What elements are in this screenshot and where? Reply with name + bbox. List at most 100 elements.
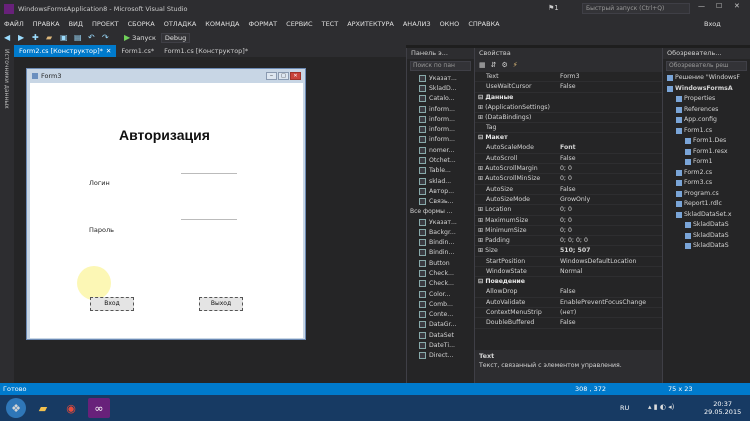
- toolbox-section-all-forms[interactable]: Все формы ...: [407, 207, 474, 217]
- property-value[interactable]: [557, 113, 662, 122]
- property-row[interactable]: ⊞ Padding 0; 0; 0; 0: [475, 236, 662, 247]
- property-row[interactable]: ContextMenuStrip (нет): [475, 308, 662, 319]
- solution-item[interactable]: WindowsFormsA: [663, 84, 750, 95]
- notification-flag-icon[interactable]: ⚑1: [548, 4, 559, 12]
- property-row[interactable]: ⊞ AutoScrollMargin 0; 0: [475, 164, 662, 175]
- property-value[interactable]: 0; 0: [557, 216, 662, 225]
- solution-item[interactable]: Form3.cs: [663, 178, 750, 189]
- toolbox-item[interactable]: inform...: [407, 104, 474, 114]
- property-category[interactable]: ⊟ Данные: [475, 93, 662, 103]
- property-value[interactable]: False: [557, 287, 662, 296]
- menu-help[interactable]: СПРАВКА: [468, 20, 499, 28]
- categorized-icon[interactable]: ▦: [479, 61, 486, 70]
- property-row[interactable]: ⊞ (DataBindings): [475, 113, 662, 124]
- clock[interactable]: 20:37 29.05.2015: [704, 400, 741, 416]
- toolbox-item[interactable]: inform...: [407, 114, 474, 124]
- menu-edit[interactable]: ПРАВКА: [33, 20, 60, 28]
- solution-item[interactable]: Report1.rdlc: [663, 199, 750, 210]
- property-value[interactable]: (нет): [557, 308, 662, 317]
- toolbox-item[interactable]: DataSet: [407, 330, 474, 340]
- events-icon[interactable]: ⚡: [513, 61, 518, 70]
- sign-in-link[interactable]: Вход: [704, 20, 721, 28]
- menu-view[interactable]: ВИД: [69, 20, 83, 28]
- form-close-button[interactable]: ✕: [290, 71, 301, 80]
- toolbox-item[interactable]: Check...: [407, 279, 474, 289]
- property-value[interactable]: 0; 0; 0; 0: [557, 236, 662, 245]
- toolbox-item[interactable]: DateTi...: [407, 340, 474, 350]
- property-value[interactable]: Form3: [557, 72, 662, 81]
- property-row[interactable]: ⊞ (ApplicationSettings): [475, 103, 662, 113]
- toolbox-item[interactable]: DataGr...: [407, 320, 474, 330]
- forward-icon[interactable]: ▶: [18, 33, 27, 42]
- toolbox-item[interactable]: Conte...: [407, 310, 474, 320]
- undo-icon[interactable]: ↶: [88, 33, 97, 42]
- solution-search-input[interactable]: Обозреватель реш: [666, 61, 747, 71]
- property-row[interactable]: AutoScroll False: [475, 154, 662, 165]
- toolbox-item[interactable]: Check...: [407, 268, 474, 278]
- quick-launch-input[interactable]: Быстрый запуск (Ctrl+Q): [582, 3, 690, 14]
- toolbox-item[interactable]: Button: [407, 258, 474, 268]
- toolbox-item[interactable]: Color...: [407, 289, 474, 299]
- property-row[interactable]: StartPosition WindowsDefaultLocation: [475, 257, 662, 268]
- start-button[interactable]: ▶ Запуск: [124, 33, 156, 42]
- designed-form[interactable]: Form3 ‒ □ ✕ Авторизация Логин Пароль Вхо…: [26, 68, 306, 340]
- property-row[interactable]: UseWaitCursor False: [475, 82, 662, 93]
- solution-item[interactable]: SkladDataS: [663, 231, 750, 242]
- menu-build[interactable]: СБОРКА: [128, 20, 155, 28]
- property-value[interactable]: WindowsDefaultLocation: [557, 257, 662, 266]
- menu-format[interactable]: ФОРМАТ: [248, 20, 277, 28]
- solution-item[interactable]: SkladDataS: [663, 241, 750, 252]
- new-project-icon[interactable]: ✚: [32, 33, 41, 42]
- property-row[interactable]: Text Form3: [475, 72, 662, 83]
- toolbox-search-input[interactable]: Поиск по пан: [410, 61, 471, 71]
- property-row[interactable]: Tag: [475, 123, 662, 134]
- minimize-button[interactable]: —: [698, 2, 705, 10]
- solution-item[interactable]: App.config: [663, 115, 750, 126]
- solution-item[interactable]: References: [663, 105, 750, 116]
- solution-item[interactable]: Form2.cs: [663, 168, 750, 179]
- property-row[interactable]: WindowState Normal: [475, 267, 662, 278]
- toolbox-item[interactable]: sklad...: [407, 176, 474, 186]
- form-maximize-button[interactable]: □: [278, 71, 289, 80]
- property-value[interactable]: [557, 123, 662, 132]
- solution-item[interactable]: Form1: [663, 157, 750, 168]
- chrome-icon[interactable]: ◉: [60, 398, 82, 418]
- menu-test[interactable]: ТЕСТ: [322, 20, 339, 28]
- property-row[interactable]: AllowDrop False: [475, 287, 662, 298]
- property-value[interactable]: 0; 0: [557, 174, 662, 183]
- property-value[interactable]: EnablePreventFocusChange: [557, 298, 662, 307]
- property-value[interactable]: [557, 103, 662, 112]
- toolbox-item[interactable]: Otchet...: [407, 155, 474, 165]
- alphabetical-icon[interactable]: ⇵: [491, 61, 497, 70]
- maximize-button[interactable]: ☐: [716, 2, 722, 10]
- save-all-icon[interactable]: ▤: [74, 33, 83, 42]
- property-row[interactable]: AutoScaleMode Font: [475, 143, 662, 154]
- solution-item[interactable]: Form1.Des: [663, 136, 750, 147]
- tray-icons[interactable]: ▴ ▮ ◐ ◂): [648, 403, 674, 411]
- toolbox-item[interactable]: Direct...: [407, 351, 474, 361]
- start-orb-icon[interactable]: ❖: [6, 398, 26, 418]
- visual-studio-taskbar-icon[interactable]: ∞: [88, 398, 110, 418]
- open-icon[interactable]: ▰: [46, 33, 55, 42]
- exit-button[interactable]: Выход: [199, 297, 243, 311]
- password-textbox[interactable]: [181, 219, 237, 221]
- toolbox-item[interactable]: Table...: [407, 166, 474, 176]
- back-icon[interactable]: ◀: [4, 33, 13, 42]
- properties-icon[interactable]: ⚙: [502, 61, 508, 70]
- toolbox-item[interactable]: Backgr...: [407, 227, 474, 237]
- toolbox-item[interactable]: Указат...: [407, 217, 474, 227]
- toolbox-item[interactable]: inform...: [407, 124, 474, 134]
- toolbox-item[interactable]: Bindin...: [407, 237, 474, 247]
- menu-team[interactable]: КОМАНДА: [205, 20, 239, 28]
- property-row[interactable]: AutoSizeMode GrowOnly: [475, 195, 662, 206]
- toolbox-item[interactable]: SkladD...: [407, 83, 474, 93]
- property-value[interactable]: 0; 0: [557, 205, 662, 214]
- solution-item[interactable]: Properties: [663, 94, 750, 105]
- data-sources-tab[interactable]: Источники данных: [0, 45, 14, 383]
- save-icon[interactable]: ▣: [60, 33, 69, 42]
- property-value[interactable]: Font: [557, 143, 662, 152]
- tab-form2-designer[interactable]: Form2.cs [Конструктор]* ✕: [14, 45, 117, 57]
- menu-analyze[interactable]: АНАЛИЗ: [403, 20, 431, 28]
- property-row[interactable]: ⊞ MaximumSize 0; 0: [475, 216, 662, 226]
- property-row[interactable]: AutoSize False: [475, 185, 662, 195]
